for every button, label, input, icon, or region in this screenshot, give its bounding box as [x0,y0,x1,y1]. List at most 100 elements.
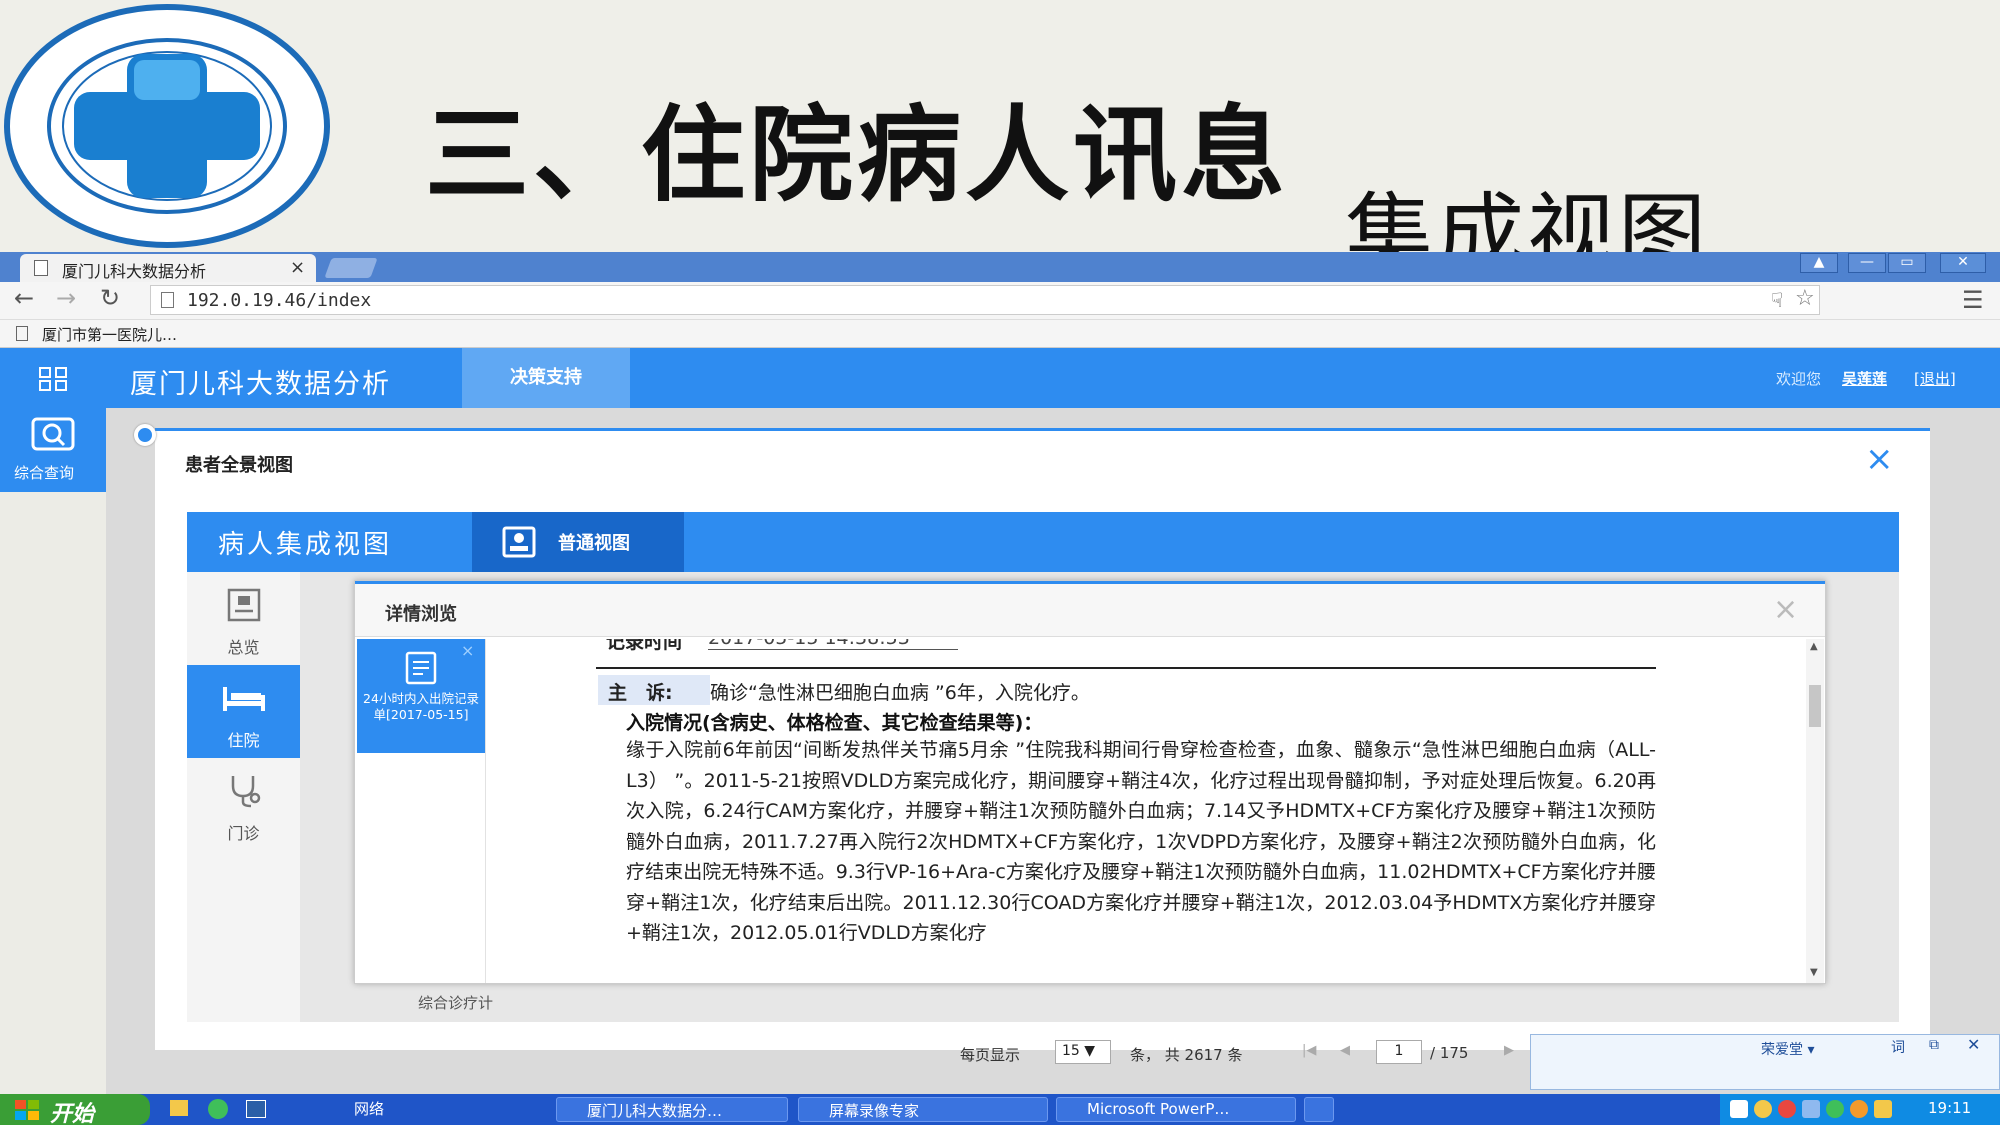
task-extra[interactable] [1304,1097,1334,1122]
side-item-label: 总览 [227,638,260,657]
tray-icon[interactable] [1802,1100,1820,1118]
record-time-value: 2017-05-15 14:38:53 [708,639,958,650]
scroll-down-icon[interactable]: ▼ [1810,967,1818,978]
rail-label: 综合查询 [14,464,75,482]
browser-icon[interactable] [208,1099,228,1119]
new-tab-button[interactable] [324,258,378,278]
tab-title: 厦门儿科大数据分析 [62,262,207,281]
admission-label: 入院情况(含病史、体格检查、其它检查结果等)： [626,712,1043,734]
bookmarks-bar: 厦门市第一医院儿… [0,320,2000,348]
side-item-overview[interactable]: 总览 [187,572,300,665]
record-card[interactable]: × 24小时内入出院记录单[2017-05-15] [357,639,485,753]
tray-icon[interactable] [1826,1100,1844,1118]
page-number-input[interactable]: 1 [1376,1040,1422,1064]
close-icon[interactable]: × [1865,439,1894,479]
location-pin-icon [134,424,156,446]
profile-button[interactable]: ▲ [1800,253,1838,273]
task-recorder[interactable]: 屏幕录像专家 [798,1097,1048,1122]
ime-toolbar: 荣爱堂 ▾ 词 ⧉ ✕ [1530,1034,2000,1090]
record-icon [405,651,437,685]
bookmark-item[interactable]: 厦门市第一医院儿… [42,324,177,345]
page-size-value: 15 [1062,1043,1080,1059]
document-viewer: 记录时间 2017-05-15 14:38:53 主 诉: 确诊“急性淋巴细胞白… [486,639,1806,983]
app-title: 厦门儿科大数据分析 [130,369,391,400]
extension-icon[interactable]: ☟ [1771,288,1783,312]
menu-icon[interactable]: ☰ [1962,286,1984,314]
ime-close-icon[interactable]: ✕ [1967,1035,1980,1054]
task-powerpoint[interactable]: Microsoft PowerP… [1056,1097,1296,1122]
start-button[interactable]: 开始 [0,1094,150,1125]
search-icon [31,417,75,451]
browser-tab[interactable]: 厦门儿科大数据分析 × [20,254,316,282]
total-records: 条， 共 2617 条 [1130,1046,1243,1064]
bed-icon [223,687,265,711]
modal-title: 患者全景视图 [185,455,293,476]
detail-title: 详情浏览 [385,604,457,625]
folder-icon[interactable] [170,1100,188,1116]
tray-icon[interactable] [1778,1100,1796,1118]
side-item-outpatient[interactable]: 门诊 [187,758,300,851]
welcome-text: 欢迎您 [1776,370,1822,388]
nav-tab-decision-support[interactable]: 决策支持 [462,348,630,408]
scroll-up-icon[interactable]: ▲ [1810,641,1818,652]
slide-title: 三、住院病人讯息 [425,94,1290,216]
scroll-thumb[interactable] [1809,685,1821,727]
user-link[interactable]: 吴莲莲 [1842,368,1887,389]
network-label[interactable]: 网络 [354,1098,384,1119]
chief-complaint-label: 主 诉: [598,675,710,705]
prev-page-icon[interactable]: ◀ [1340,1043,1350,1058]
record-time-label: 记录时间 [606,639,683,653]
normal-view-button[interactable]: 普通视图 [472,512,684,572]
admission-text: 缘于入院前6年前因“间断发热伴关节痛5月余 ”住院我科期间行骨穿检查检查，血象、… [626,739,1656,944]
minimize-button[interactable]: — [1848,253,1886,273]
vertical-scrollbar[interactable]: ▲ ▼ [1806,639,1824,983]
record-label: 24小时内入出院记录单[2017-05-15] [363,691,479,722]
page-icon [161,292,174,308]
forward-arrow-icon[interactable]: → [56,284,76,312]
windows-logo-icon [15,1100,39,1120]
record-close-icon[interactable]: × [461,641,474,660]
app-icon[interactable] [246,1100,266,1118]
star-icon[interactable]: ☆ [1795,286,1815,311]
normal-view-label: 普通视图 [558,533,630,554]
grid-menu-icon[interactable] [0,348,106,408]
logout-link[interactable]: [退出] [1914,368,1956,389]
detail-header: 详情浏览 × [355,581,1825,637]
integrated-view-title: 病人集成视图 [218,530,393,560]
ime-copy-icon[interactable]: ⧉ [1929,1037,1939,1053]
tab-close-icon[interactable]: × [290,257,305,278]
ime-word-icon[interactable]: 词 [1891,1037,1905,1057]
tray-icon[interactable] [1874,1100,1892,1118]
side-item-label: 门诊 [227,824,260,843]
first-page-icon[interactable]: |◀ [1302,1043,1316,1058]
address-text: 192.0.19.46/index [187,290,372,311]
side-item-label: 住院 [227,731,260,750]
next-page-icon[interactable]: ▶ [1504,1043,1514,1058]
task-browser[interactable]: 厦门儿科大数据分… [556,1097,788,1122]
tray-icon[interactable] [1730,1100,1748,1118]
close-window-button[interactable]: ✕ [1940,253,1986,273]
stats-label: 综合诊疗计 [418,994,494,1012]
hospital-logo [2,2,332,250]
start-label: 开始 [50,1102,95,1125]
ime-name-text: 荣爱堂 [1761,1042,1803,1058]
page-icon [34,260,48,276]
document-icon [227,588,261,622]
integrated-view-header [187,512,1899,572]
chief-complaint-text: 确诊“急性淋巴细胞白血病 ”6年，入院化疗。 [710,682,1090,704]
side-item-inpatient[interactable]: 住院 [187,665,300,758]
maximize-button[interactable]: ▭ [1888,253,1926,273]
pager-label: 每页显示 [960,1046,1021,1064]
close-icon[interactable]: × [1773,592,1798,627]
clock: 19:11 [1928,1099,1972,1117]
reload-icon[interactable]: ↻ [100,284,120,312]
ime-name[interactable]: 荣爱堂 ▾ [1761,1039,1814,1059]
divider [596,667,1656,669]
tray-icon[interactable] [1754,1100,1772,1118]
page-size-select[interactable]: 15 ▼ [1055,1040,1111,1064]
stethoscope-icon [231,776,261,808]
total-pages: / 175 [1430,1044,1469,1062]
address-bar[interactable]: 192.0.19.46/index ☟ ☆ [150,285,1820,315]
tray-icon[interactable] [1850,1100,1868,1118]
back-arrow-icon[interactable]: ← [14,284,34,312]
